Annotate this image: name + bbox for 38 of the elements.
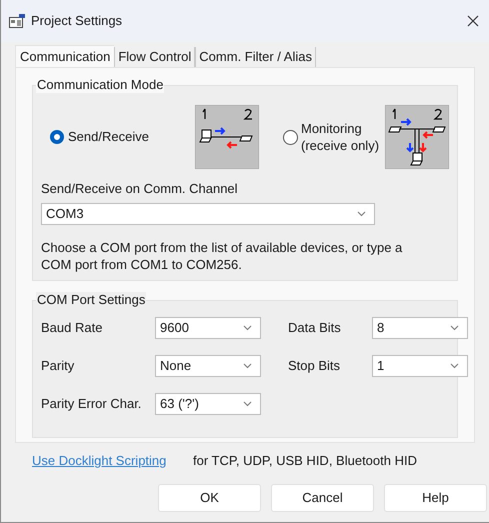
monitoring-diagram <box>385 105 449 169</box>
link-note: for TCP, UDP, USB HID, Bluetooth HID <box>193 452 417 470</box>
hint-text: Choose a COM port from the list of available devices, or type a COM port from COM1 to COM256. <box>41 238 404 272</box>
radio-label[interactable]: Send/Receive <box>68 127 195 147</box>
chevron-down-icon <box>243 401 252 407</box>
dropdown[interactable]: None <box>155 355 261 377</box>
window-title: Project Settings <box>31 12 124 30</box>
field-label: Data Bits <box>288 319 342 338</box>
radio-button[interactable] <box>283 130 298 144</box>
tab[interactable]: Communication <box>15 45 114 67</box>
dropdown[interactable]: COM3 <box>41 202 375 224</box>
window-icon <box>9 14 25 28</box>
radio-label[interactable]: Monitoring (receive only) <box>301 120 385 154</box>
field-label: Baud Rate <box>41 319 104 338</box>
tab[interactable]: Flow Control <box>114 47 196 67</box>
dropdown[interactable]: 63 ('?') <box>155 393 261 415</box>
dropdown[interactable]: 9600 <box>155 317 261 339</box>
close-icon[interactable] <box>467 15 479 27</box>
dropdown[interactable]: 8 <box>372 317 468 339</box>
dialog-button[interactable]: OK <box>158 484 261 512</box>
field-label: Send/Receive on Comm. Channel <box>41 180 239 198</box>
dialog-button[interactable]: Help <box>384 484 487 512</box>
chevron-down-icon <box>450 363 459 369</box>
chevron-down-icon <box>357 210 366 216</box>
field-label: Stop Bits <box>288 357 342 376</box>
scripting-link[interactable]: Use Docklight Scripting <box>32 451 193 471</box>
field-label: Parity Error Char. <box>41 395 142 414</box>
group-title: Communication Mode <box>36 77 164 93</box>
chevron-down-icon <box>243 325 252 331</box>
chevron-down-icon <box>243 363 252 369</box>
dropdown[interactable]: 1 <box>372 355 468 377</box>
field-label: Parity <box>41 357 76 376</box>
group-title: COM Port Settings <box>36 292 146 308</box>
dialog-button[interactable]: Cancel <box>271 484 374 512</box>
send-receive-diagram <box>195 105 259 169</box>
radio-button[interactable] <box>50 130 64 144</box>
tab[interactable]: Comm. Filter / Alias <box>195 47 316 67</box>
chevron-down-icon <box>450 325 459 331</box>
